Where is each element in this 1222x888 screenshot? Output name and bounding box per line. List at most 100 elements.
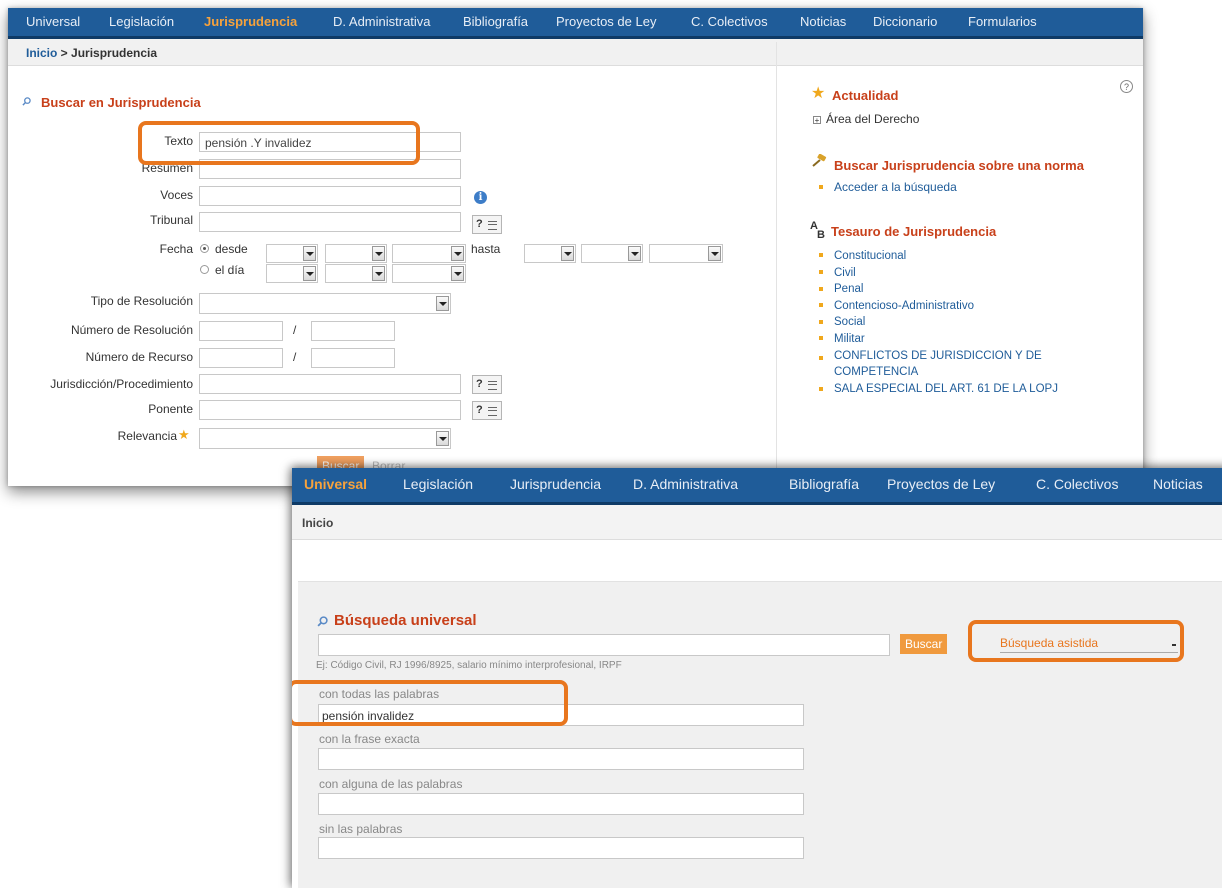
- breadcrumb-home[interactable]: Inicio: [26, 46, 57, 60]
- relevancia-select[interactable]: [199, 428, 451, 449]
- tesauro-title: Tesauro de Jurisprudencia: [831, 224, 997, 239]
- desde-day-select[interactable]: [266, 244, 318, 263]
- list-icon: [488, 221, 497, 230]
- bullet-icon: [819, 253, 823, 257]
- bullet-icon: [819, 387, 823, 391]
- buscar-button[interactable]: Buscar: [900, 634, 948, 654]
- nav-proyectos-de-ley[interactable]: Proyectos de Ley: [887, 476, 995, 492]
- hasta-year-select[interactable]: [649, 244, 723, 263]
- numero-recurso-input[interactable]: [199, 348, 283, 368]
- nav-legislacion[interactable]: Legislación: [109, 14, 174, 29]
- norma-title: Buscar Jurisprudencia sobre una norma: [834, 158, 1084, 173]
- busqueda-universal-window: Universal Legislación Jurisprudencia D. …: [292, 468, 1222, 888]
- field-label-frase: con la frase exacta: [319, 732, 420, 746]
- tesauro-item[interactable]: SALA ESPECIAL DEL ART. 61 DE LA LOPJ: [834, 381, 1058, 398]
- ponente-lookup-button[interactable]: ?: [472, 401, 502, 420]
- tesauro-item[interactable]: COMPETENCIA: [834, 364, 1058, 381]
- mode-select-highlight: [968, 620, 1184, 662]
- expand-icon[interactable]: +: [813, 116, 821, 125]
- breadcrumb-current: Jurisprudencia: [71, 46, 158, 60]
- nav-d-administrativa[interactable]: D. Administrativa: [333, 14, 431, 29]
- bullet-icon: [819, 270, 823, 274]
- gavel-icon: [812, 154, 827, 167]
- nav-proyectos-de-ley[interactable]: Proyectos de Ley: [556, 14, 656, 29]
- todas-palabras-highlight: [292, 680, 568, 726]
- hasta-label: hasta: [471, 242, 501, 256]
- tesauro-item[interactable]: CONFLICTOS DE JURISDICCION Y DE: [834, 348, 1058, 365]
- bullet-icon: [819, 356, 823, 360]
- nav-noticias[interactable]: Noticias: [1153, 476, 1203, 492]
- jurisdiccion-lookup-button[interactable]: ?: [472, 375, 502, 394]
- voces-label: Voces: [160, 188, 193, 202]
- nav-legislacion[interactable]: Legislación: [403, 476, 473, 492]
- nav-universal[interactable]: Universal: [26, 14, 80, 29]
- numero-recurso-year-input[interactable]: [311, 348, 395, 368]
- nav-jurisprudencia[interactable]: Jurisprudencia: [204, 14, 297, 29]
- universal-search-input[interactable]: [318, 634, 890, 656]
- bullet-icon: [819, 320, 823, 324]
- acceder-busqueda-link[interactable]: Acceder a la búsqueda: [834, 180, 957, 194]
- breadcrumb-bar: Inicio: [292, 505, 1222, 540]
- tipo-resolucion-select[interactable]: [199, 293, 451, 314]
- breadcrumb-separator: >: [57, 46, 72, 60]
- el-dia-month-select[interactable]: [325, 264, 387, 283]
- desde-month-select[interactable]: [325, 244, 387, 263]
- hasta-day-select[interactable]: [524, 244, 576, 263]
- el-dia-radio[interactable]: [200, 265, 209, 274]
- frase-exacta-input[interactable]: [318, 748, 804, 770]
- tesauro-item[interactable]: Civil: [834, 265, 1058, 282]
- thesaurus-icon: AB: [810, 221, 825, 241]
- list-icon: [488, 407, 497, 416]
- tribunal-input[interactable]: [199, 212, 461, 232]
- texto-highlight: [138, 121, 420, 165]
- slash-separator: /: [293, 323, 297, 337]
- fecha-label: Fecha: [159, 242, 193, 256]
- tesauro-item[interactable]: Constitucional: [834, 248, 1058, 265]
- el-dia-year-select[interactable]: [392, 264, 466, 283]
- column-divider: [776, 42, 777, 482]
- star-icon: ★: [178, 427, 190, 442]
- area-derecho-link[interactable]: Área del Derecho: [826, 112, 919, 126]
- tribunal-lookup-button[interactable]: ?: [472, 215, 502, 234]
- jurisdiccion-label: Jurisdicción/Procedimiento: [50, 377, 193, 391]
- desde-year-select[interactable]: [392, 244, 466, 263]
- info-icon[interactable]: i: [474, 191, 487, 204]
- alguna-palabra-input[interactable]: [318, 793, 804, 815]
- thesaurus-icon-b: B: [817, 229, 825, 241]
- voces-input[interactable]: [199, 186, 461, 206]
- nav-bibliografia[interactable]: Bibliografía: [463, 14, 528, 29]
- desde-radio[interactable]: [200, 244, 209, 253]
- nav-d-administrativa[interactable]: D. Administrativa: [633, 476, 738, 492]
- nav-bibliografia[interactable]: Bibliografía: [789, 476, 859, 492]
- nav-noticias[interactable]: Noticias: [800, 14, 846, 29]
- lookup-icon: ?: [476, 218, 483, 230]
- help-icon[interactable]: ?: [1120, 80, 1133, 93]
- numero-resolucion-year-input[interactable]: [311, 321, 395, 341]
- nav-jurisprudencia[interactable]: Jurisprudencia: [510, 476, 601, 492]
- list-icon: [488, 381, 497, 390]
- field-label-alguna: con alguna de las palabras: [319, 777, 463, 791]
- tesauro-item[interactable]: Social: [834, 314, 1058, 331]
- nav-diccionario[interactable]: Diccionario: [873, 14, 937, 29]
- slash-separator: /: [293, 350, 297, 364]
- relevancia-label: Relevancia: [117, 429, 177, 443]
- numero-resolucion-input[interactable]: [199, 321, 283, 341]
- lookup-icon: ?: [476, 378, 483, 390]
- jurisdiccion-input[interactable]: [199, 374, 461, 394]
- breadcrumb-home[interactable]: Inicio: [302, 516, 333, 530]
- sin-palabras-input[interactable]: [318, 837, 804, 859]
- nav-formularios[interactable]: Formularios: [968, 14, 1037, 29]
- tesauro-item[interactable]: Militar: [834, 331, 1058, 348]
- el-dia-day-select[interactable]: [266, 264, 318, 283]
- hasta-month-select[interactable]: [581, 244, 643, 263]
- ponente-input[interactable]: [199, 400, 461, 420]
- tesauro-item[interactable]: Contencioso-Administrativo: [834, 298, 1058, 315]
- nav-universal[interactable]: Universal: [304, 476, 367, 492]
- tesauro-item[interactable]: Penal: [834, 281, 1058, 298]
- tipo-resolucion-label: Tipo de Resolución: [90, 294, 193, 308]
- nav-c-colectivos[interactable]: C. Colectivos: [691, 14, 768, 29]
- nav-c-colectivos[interactable]: C. Colectivos: [1036, 476, 1118, 492]
- jurisprudencia-window: Universal Legislación Jurisprudencia D. …: [8, 8, 1143, 486]
- search-example-hint: Ej: Código Civil, RJ 1996/8925, salario …: [316, 660, 622, 671]
- el-dia-label: el día: [215, 263, 245, 277]
